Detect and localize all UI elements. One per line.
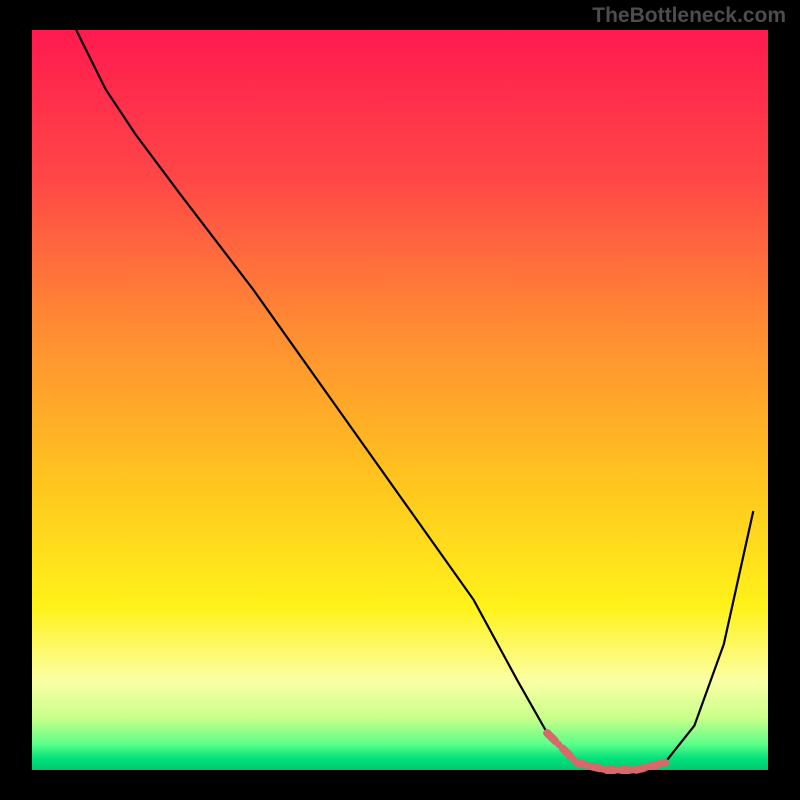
chart-svg bbox=[0, 0, 800, 800]
watermark-text: TheBottleneck.com bbox=[592, 4, 786, 28]
chart-container: TheBottleneck.com bbox=[0, 0, 800, 800]
plot-background bbox=[32, 30, 768, 770]
